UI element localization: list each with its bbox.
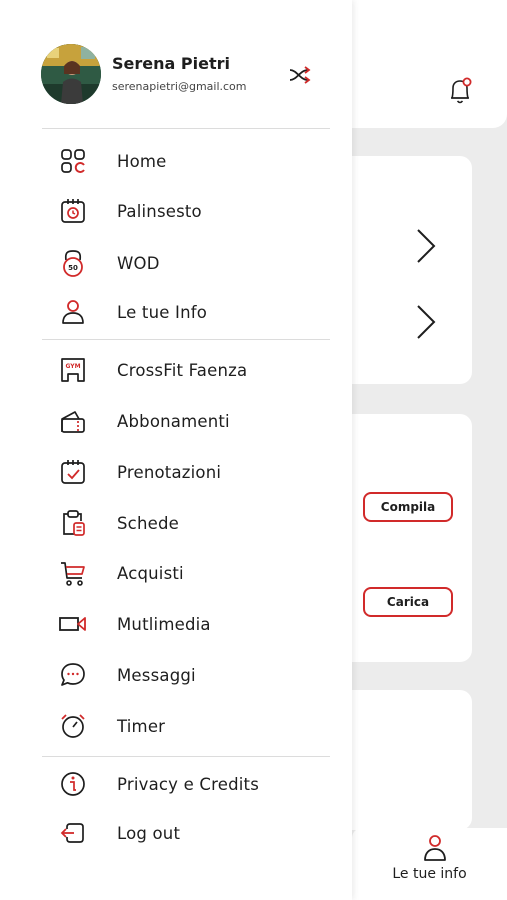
menu-label: Palinsesto [117,201,202,221]
user-icon [58,297,88,327]
menu-label: Privacy e Credits [117,774,259,794]
kettlebell-number: 50 [68,264,78,272]
menu-item-home[interactable]: Home [58,141,330,181]
carica-button[interactable]: Carica [363,587,453,617]
cart-icon [58,558,88,588]
divider [42,756,330,757]
info-icon [58,769,88,799]
timer-icon [58,711,88,741]
menu-label: Mutlimedia [117,614,211,634]
avatar[interactable] [41,44,101,104]
grid-icon [58,146,88,176]
navigation-drawer: Serena Pietri serenapietri@gmail.com Hom… [0,0,352,900]
menu-label: Log out [117,823,181,843]
switch-account-icon[interactable] [288,62,314,88]
menu-item-multimedia[interactable]: Mutlimedia [58,604,330,644]
menu-label: Prenotazioni [117,462,222,482]
divider [42,339,330,340]
chat-icon [58,660,88,690]
menu-label: Abbonamenti [117,411,230,431]
menu-item-le-tue-info[interactable]: Le tue Info [58,292,330,332]
menu-item-messaggi[interactable]: Messaggi [58,655,330,695]
svg-text:GYM: GYM [65,363,80,370]
tab-le-tue-info[interactable]: Le tue info [352,866,507,882]
menu-item-wod[interactable]: 50 WOD [58,243,330,283]
menu-item-privacy-credits[interactable]: Privacy e Credits [58,764,330,804]
menu-label: Le tue Info [117,302,208,322]
chevron-right-icon[interactable] [414,226,438,266]
logout-icon [58,818,88,848]
menu-item-schede[interactable]: Schede [58,503,330,543]
menu-label: Messaggi [117,665,196,685]
notification-bell-icon[interactable] [446,76,474,106]
video-icon [58,609,88,639]
user-name: Serena Pietri [112,54,230,73]
menu-label: Acquisti [117,563,184,583]
menu-item-log-out[interactable]: Log out [58,813,330,853]
menu-item-acquisti[interactable]: Acquisti [58,553,330,593]
kettlebell-icon: 50 [58,248,88,278]
gym-icon: GYM [58,355,88,385]
menu-item-crossfit-faenza[interactable]: GYM CrossFit Faenza [58,350,330,390]
calendar-clock-icon [58,196,88,226]
menu-item-palinsesto[interactable]: Palinsesto [58,191,330,231]
menu-label: WOD [117,253,160,273]
compila-button[interactable]: Compila [363,492,453,522]
menu-item-timer[interactable]: Timer [58,706,330,746]
menu-item-abbonamenti[interactable]: Abbonamenti [58,401,330,441]
divider [42,128,330,129]
clipboard-icon [58,508,88,538]
calendar-check-icon [58,457,88,487]
menu-label: Schede [117,513,179,533]
chevron-right-icon[interactable] [414,302,438,342]
user-icon[interactable] [423,834,447,862]
menu-label: Home [117,151,167,171]
user-email: serenapietri@gmail.com [112,80,247,93]
menu-item-prenotazioni[interactable]: Prenotazioni [58,452,330,492]
menu-label: CrossFit Faenza [117,360,248,380]
menu-label: Timer [117,716,166,736]
membership-icon [58,406,88,436]
profile-photo [41,44,101,104]
